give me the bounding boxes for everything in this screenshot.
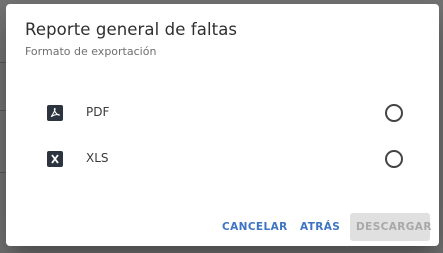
download-button[interactable]: DESCARGAR [350,213,431,241]
option-xls-radio[interactable] [385,150,403,168]
option-xls[interactable]: XLS [6,140,439,178]
dialog-title: Reporte general de faltas [25,20,238,39]
back-button[interactable]: ATRÁS [294,213,346,241]
cancel-button[interactable]: CANCELAR [216,213,294,241]
export-dialog: Reporte general de faltas Formato de exp… [6,4,439,246]
option-pdf-label: PDF [86,105,110,119]
option-xls-label: XLS [86,151,109,165]
dialog-subtitle: Formato de exportación [25,45,157,58]
option-pdf[interactable]: PDF [6,94,439,132]
excel-file-icon [47,151,63,167]
pdf-file-icon [47,105,63,121]
option-pdf-radio[interactable] [385,104,403,122]
